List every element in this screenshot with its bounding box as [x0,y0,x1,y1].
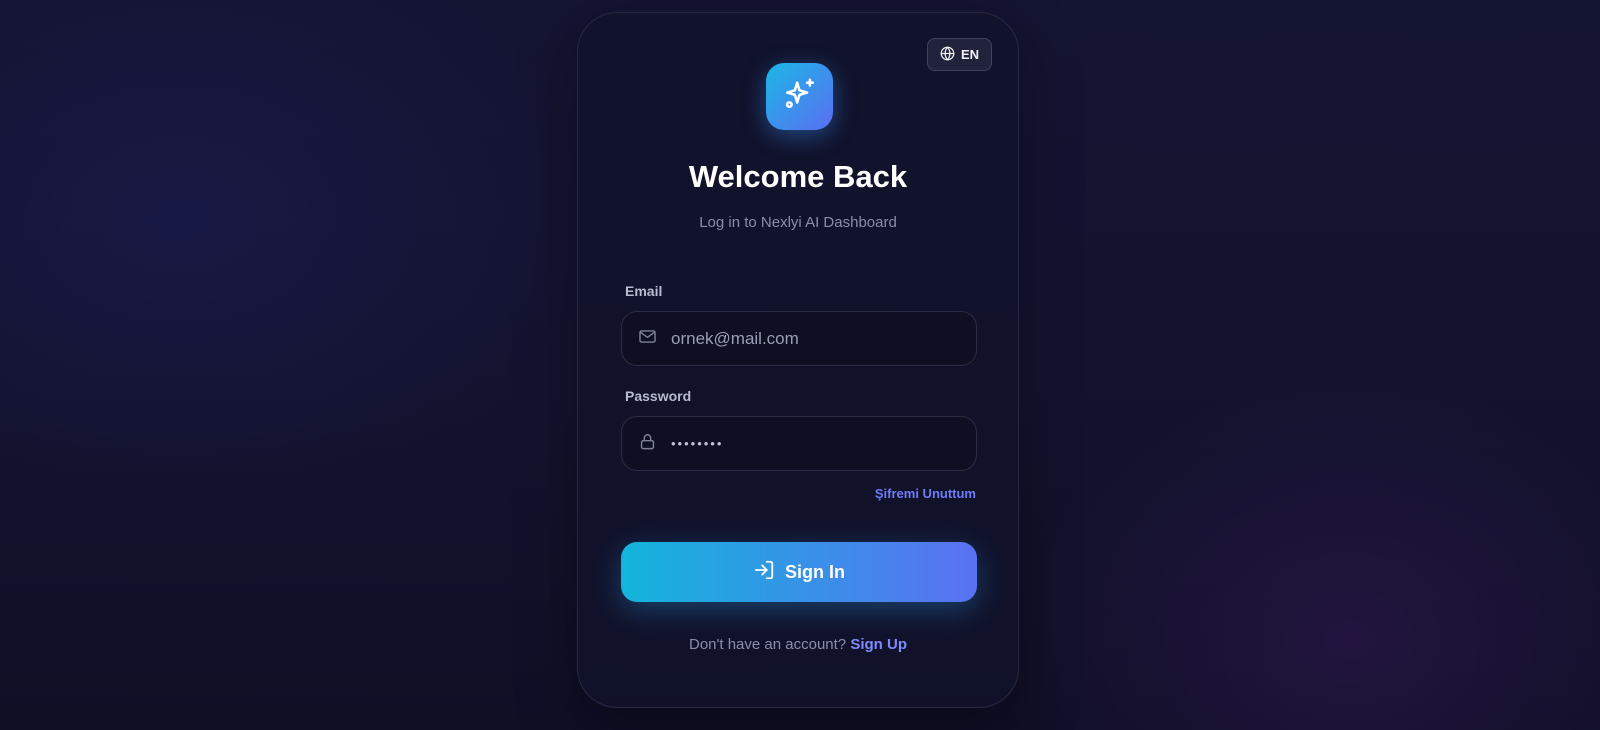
password-field[interactable]: •••••••• [621,416,977,471]
sparkles-icon [783,77,817,116]
password-value: •••••••• [671,436,724,451]
email-field-container [621,311,977,366]
sign-up-link[interactable]: Sign Up [850,636,907,653]
signup-prompt: Don't have an account? Sign Up [578,636,1018,653]
mail-icon [638,327,657,351]
email-input[interactable] [671,328,951,349]
password-label: Password [625,388,692,404]
sign-in-button[interactable]: Sign In [621,542,977,602]
page-title: Welcome Back [688,159,908,194]
page-subtitle: Log in to Nexlyi AI Dashboard [699,214,897,231]
forgot-password-link[interactable]: Şifremi Unuttum [875,486,976,501]
app-logo [766,63,833,130]
globe-icon [940,46,955,64]
language-switcher-button[interactable]: EN [927,38,992,71]
log-in-icon [753,559,775,586]
email-label: Email [625,283,663,299]
lock-icon [638,432,657,456]
login-card: EN Welcome Back Log in to Nexlyi AI Dash… [577,12,1019,708]
language-code: EN [960,47,980,62]
sign-in-label: Sign In [785,561,845,582]
signup-prompt-text: Don't have an account? [689,636,847,653]
